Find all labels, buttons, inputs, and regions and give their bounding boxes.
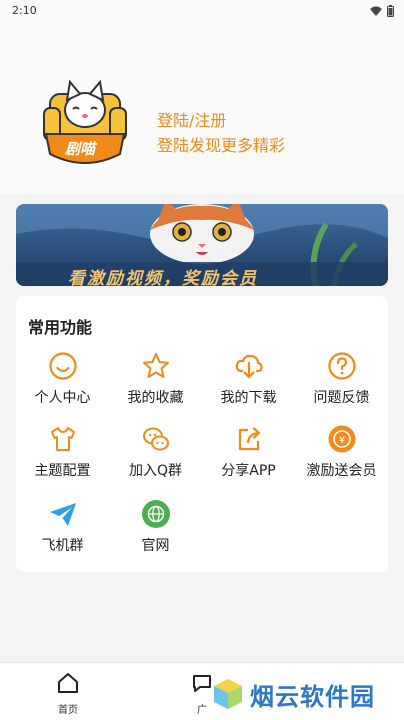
login-subtitle: 登陆发现更多精彩: [157, 136, 286, 155]
func-favorites[interactable]: 我的收藏: [109, 351, 202, 413]
telegram-icon: [49, 503, 76, 526]
chat-icon: [193, 675, 211, 692]
wifi-icon: [370, 6, 382, 16]
func-personal-center[interactable]: 个人中心: [16, 351, 109, 413]
nav-home-label: 首页: [58, 705, 78, 716]
logo-text: 剧喵: [65, 140, 96, 158]
func-label: 加入Q群: [128, 463, 183, 479]
reward-video-banner[interactable]: 看激励视频，奖励会员: [16, 204, 388, 286]
home-icon: [58, 673, 78, 693]
share-icon: [238, 427, 260, 451]
status-icons: [370, 5, 394, 17]
func-share-app[interactable]: 分享APP: [202, 424, 295, 486]
func-join-qgroup[interactable]: 加入Q群: [109, 424, 202, 486]
svg-text:¥: ¥: [338, 435, 344, 446]
watermark-text: 烟云软件园: [250, 682, 375, 711]
func-label: 分享APP: [221, 463, 276, 479]
globe-icon: [141, 500, 170, 528]
star-icon: [142, 353, 169, 378]
func-label: 飞机群: [41, 538, 84, 554]
banner-text: 看激励视频，奖励会员: [68, 269, 258, 286]
app-logo[interactable]: 剧喵: [42, 68, 128, 168]
func-feedback[interactable]: 问题反馈: [295, 351, 388, 413]
func-label: 激励送会员: [306, 463, 377, 479]
func-theme[interactable]: 主题配置: [16, 424, 109, 486]
func-label: 官网: [141, 538, 170, 554]
watermark: 烟云软件园: [212, 668, 404, 720]
func-telegram-group[interactable]: 飞机群: [16, 499, 109, 561]
func-label: 主题配置: [34, 463, 91, 479]
smile-icon: [48, 352, 77, 380]
func-downloads[interactable]: 我的下载: [202, 351, 295, 413]
common-functions-card: 常用功能 个人中心 我的收藏 我的下载 问题反馈 主题配置 加入Q群 分享APP…: [16, 296, 388, 572]
func-label: 个人中心: [34, 390, 91, 406]
coin-icon: ¥: [328, 425, 355, 453]
cloud-download-icon: [235, 354, 263, 379]
login-register-link[interactable]: 登陆/注册: [157, 107, 226, 131]
wechat-icon: [142, 427, 169, 451]
func-label: 问题反馈: [313, 390, 370, 406]
profile-header: 剧喵 登陆/注册 登陆发现更多精彩: [0, 24, 404, 194]
func-label: 我的下载: [220, 390, 277, 406]
func-official-site[interactable]: 官网: [109, 499, 202, 561]
nav-home[interactable]: 首页: [38, 671, 98, 716]
status-time: 2:10: [12, 4, 37, 17]
battery-icon: [387, 5, 394, 17]
cube-logo-icon: [214, 679, 242, 709]
func-reward-vip[interactable]: ¥ 激励送会员: [295, 424, 388, 486]
card-title: 常用功能: [28, 318, 93, 337]
question-icon: [327, 352, 356, 380]
func-label: 我的收藏: [127, 390, 184, 406]
status-bar: 2:10: [0, 0, 404, 24]
tshirt-icon: [50, 427, 75, 451]
